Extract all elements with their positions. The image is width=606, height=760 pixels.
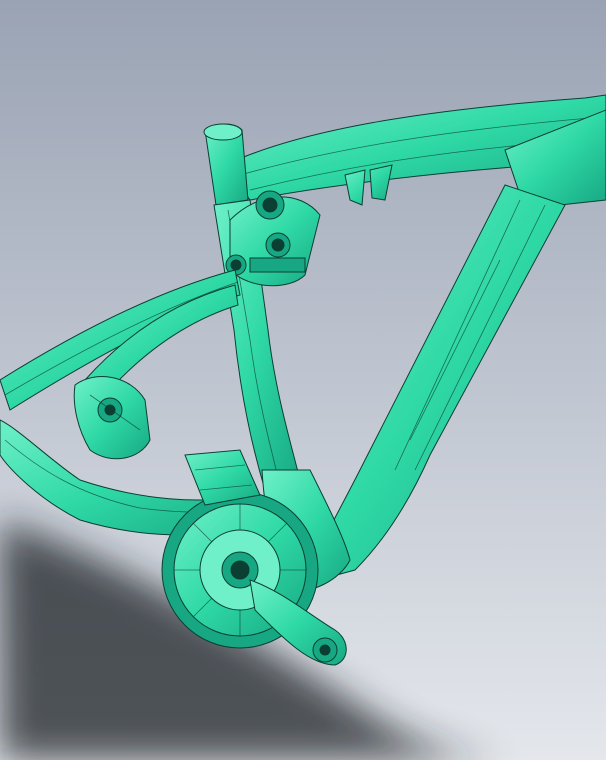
frame-render [0, 0, 606, 760]
cad-viewport[interactable] [0, 0, 606, 760]
